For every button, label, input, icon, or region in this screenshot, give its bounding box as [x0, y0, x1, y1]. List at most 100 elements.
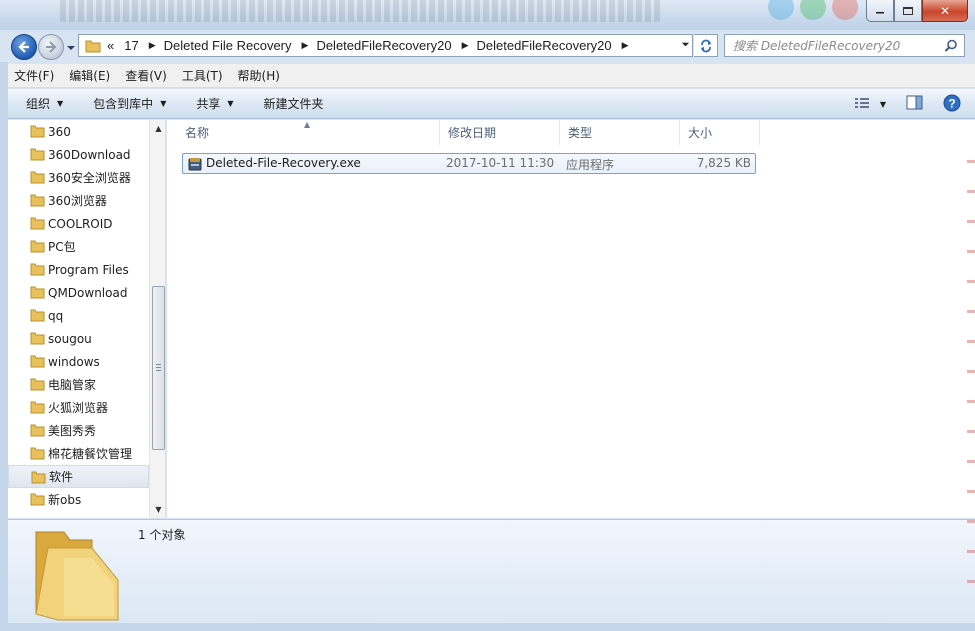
nav-folder-label: 棉花糖餐饮管理: [48, 447, 133, 461]
recent-pages-dropdown[interactable]: [66, 42, 76, 52]
nav-folder-item[interactable]: 美图秀秀: [8, 419, 149, 442]
nav-folder-label: COOLROID: [48, 216, 113, 231]
nav-scrollbar[interactable]: ▲ ▼: [149, 120, 165, 518]
nav-folder-item[interactable]: qq: [8, 304, 149, 327]
breadcrumb-separator[interactable]: ▶: [302, 40, 309, 51]
breadcrumb-item[interactable]: DeletedFileRecovery20 ▶: [476, 38, 636, 53]
column-header-name[interactable]: 名称: [177, 120, 440, 145]
exe-file-icon: [188, 158, 202, 171]
scroll-down-icon[interactable]: ▼: [150, 501, 165, 518]
scroll-thumb[interactable]: [152, 286, 165, 450]
dropdown-arrow-icon: ▼: [879, 99, 886, 109]
menu-tools[interactable]: 工具(T): [182, 67, 223, 84]
nav-folder-item[interactable]: 360浏览器: [8, 189, 149, 212]
refresh-button[interactable]: [694, 34, 718, 57]
nav-folder-item[interactable]: 火狐浏览器: [8, 396, 149, 419]
nav-folder-label: 360安全浏览器: [48, 171, 131, 185]
menu-file[interactable]: 文件(F): [14, 67, 54, 84]
search-icon[interactable]: [944, 39, 958, 53]
back-button[interactable]: [11, 34, 37, 60]
breadcrumb-item[interactable]: DeletedFileRecovery20 ▶: [316, 38, 476, 53]
organize-button[interactable]: 组织 ▼: [26, 95, 63, 112]
nav-folder-item[interactable]: 360安全浏览器: [8, 166, 149, 189]
file-modified: 2017-10-11 11:30: [446, 156, 555, 170]
file-name: Deleted-File-Recovery.exe: [206, 156, 361, 170]
address-bar[interactable]: « 17 ▶ Deleted File Recovery ▶ DeletedFi…: [78, 34, 693, 57]
search-placeholder: 搜索 DeletedFileRecovery20: [733, 39, 901, 53]
nav-folder-item[interactable]: windows: [8, 350, 149, 373]
overflow-chevron: «: [107, 38, 115, 53]
breadcrumb-separator[interactable]: ▶: [462, 40, 469, 51]
background-app-icon: [768, 0, 794, 20]
help-button[interactable]: ?: [943, 94, 961, 115]
address-overflow[interactable]: «: [107, 38, 114, 53]
folder-icon: [30, 493, 45, 506]
nav-folder-item[interactable]: Program Files: [8, 258, 149, 281]
minimize-button[interactable]: ▁: [866, 0, 894, 22]
organize-label: 组织: [26, 97, 51, 111]
nav-folder-item[interactable]: QMDownload: [8, 281, 149, 304]
new-folder-button[interactable]: 新建文件夹: [264, 95, 324, 112]
preview-pane-button[interactable]: [906, 95, 923, 113]
nav-folder-label: PC包: [48, 240, 76, 254]
back-arrow-icon: [18, 41, 29, 53]
scroll-up-icon[interactable]: ▲: [150, 120, 165, 137]
menu-view[interactable]: 查看(V): [125, 67, 167, 84]
nav-folder-label: QMDownload: [48, 285, 128, 300]
command-bar: 组织 ▼ 包含到库中 ▼ 共享 ▼ 新建文件夹 ▼ ?: [8, 89, 975, 119]
title-bar: ▁ ✕: [0, 0, 975, 30]
nav-folder-label: 美图秀秀: [48, 424, 97, 438]
nav-folder-item-selected[interactable]: 软件: [8, 465, 149, 488]
include-in-library-button[interactable]: 包含到库中 ▼: [93, 95, 166, 112]
folder-icon: [85, 40, 101, 52]
forward-button[interactable]: [38, 34, 64, 60]
breadcrumb-separator[interactable]: ▶: [149, 40, 156, 51]
nav-folder-item[interactable]: 360Download: [8, 143, 149, 166]
view-controls: ▼ ?: [854, 89, 975, 119]
nav-folder-label: Program Files: [48, 262, 129, 277]
folder-icon: [31, 471, 46, 484]
search-input[interactable]: 搜索 DeletedFileRecovery20: [724, 34, 965, 57]
folder-icon: [30, 171, 45, 184]
share-button[interactable]: 共享 ▼: [196, 95, 233, 112]
breadcrumb-item[interactable]: Deleted File Recovery ▶: [164, 38, 317, 53]
close-button[interactable]: ✕: [922, 0, 968, 22]
nav-folder-label: sougou: [48, 331, 92, 346]
include-in-library-label: 包含到库中: [93, 97, 154, 111]
breadcrumb-separator[interactable]: ▶: [622, 40, 629, 51]
preview-pane-icon: [906, 95, 923, 110]
file-list: ▲ 名称 修改日期 类型 大小 Deleted-File-Recovery.ex…: [167, 120, 975, 518]
nav-folder-item[interactable]: sougou: [8, 327, 149, 350]
maximize-button[interactable]: [894, 0, 922, 22]
nav-folder-item[interactable]: 电脑管家: [8, 373, 149, 396]
nav-folder-item[interactable]: 360: [8, 120, 149, 143]
menu-edit[interactable]: 编辑(E): [69, 67, 110, 84]
nav-folder-label: 新obs: [48, 493, 82, 507]
new-folder-label: 新建文件夹: [263, 97, 324, 111]
nav-folder-label: 火狐浏览器: [48, 401, 109, 415]
column-header-type[interactable]: 类型: [560, 120, 680, 145]
change-view-button[interactable]: ▼: [854, 97, 886, 111]
nav-folder-item[interactable]: 棉花糖餐饮管理: [8, 442, 149, 465]
column-header-size[interactable]: 大小: [680, 120, 760, 145]
column-header-modified[interactable]: 修改日期: [440, 120, 560, 145]
nav-folder-item[interactable]: PC包: [8, 235, 149, 258]
dropdown-arrow-icon: ▼: [160, 99, 167, 108]
close-icon: ✕: [939, 3, 951, 18]
address-history-dropdown[interactable]: [681, 40, 690, 51]
menu-help[interactable]: 帮助(H): [238, 67, 280, 84]
nav-folder-item[interactable]: 新obs: [8, 488, 149, 511]
forward-arrow-icon: [46, 41, 57, 53]
file-row[interactable]: Deleted-File-Recovery.exe 2017-10-11 11:…: [182, 153, 756, 174]
file-type: 应用程序: [566, 158, 615, 172]
background-app-icon: [800, 0, 826, 20]
navigation-pane: 360 360Download 360安全浏览器 360浏览器 COOLROID…: [8, 120, 166, 518]
nav-folder-label: 360Download: [48, 147, 131, 162]
folder-icon: [30, 401, 45, 414]
window-frame-left: [0, 62, 8, 623]
nav-folder-item[interactable]: COOLROID: [8, 212, 149, 235]
share-label: 共享: [196, 97, 221, 111]
nav-folder-label: 电脑管家: [48, 378, 97, 392]
breadcrumb-item[interactable]: 17 ▶: [124, 38, 163, 53]
item-count: 1 个对象: [138, 528, 186, 542]
